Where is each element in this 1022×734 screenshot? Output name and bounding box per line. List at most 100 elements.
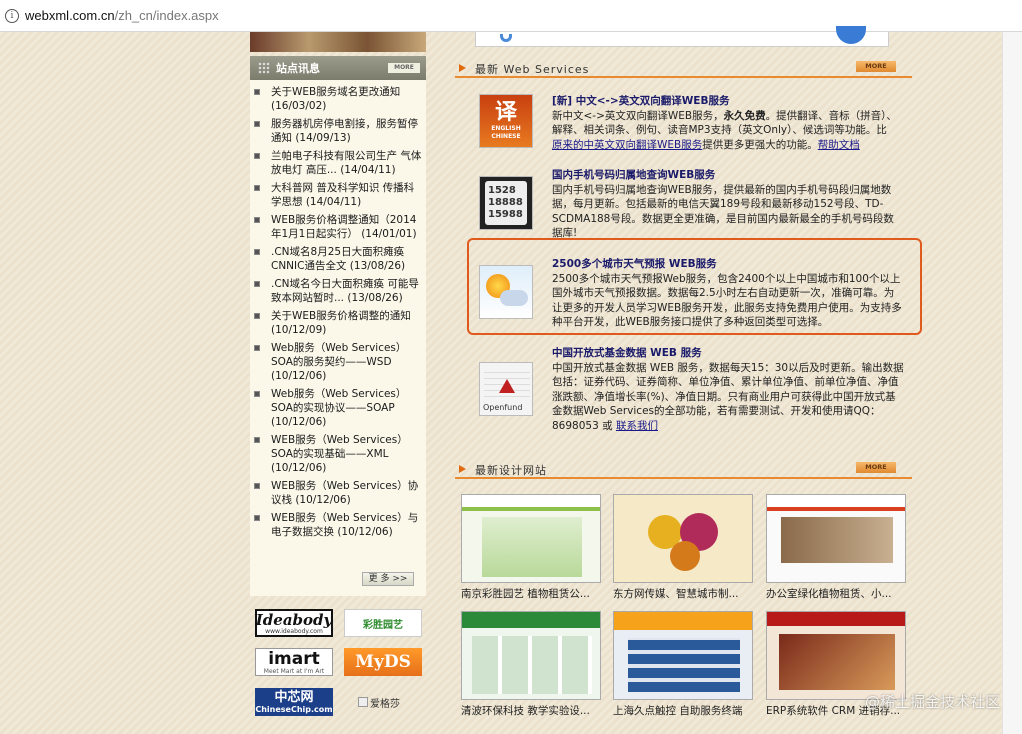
caisheng-text: 彩胜园艺 [363, 619, 403, 631]
site-card[interactable]: 上海久点触控 自助服务终端 [613, 611, 753, 718]
list-item: WEB服务（Web Services）与电子数据交换 (10/12/06) [254, 511, 424, 539]
services-more-link[interactable]: MORE [856, 61, 896, 72]
ideabody-sub: www.ideabody.com [265, 627, 323, 635]
partner-logo-ideabody[interactable]: Ideabody www.ideabody.com [255, 609, 333, 637]
news-link[interactable]: 兰帕电子科技有限公司生产 气体放电灯 高压... (14/04/11) [271, 149, 424, 177]
left-banner-image [250, 32, 426, 52]
site-card[interactable]: 南京彩胜园艺 植物租赁公... [461, 494, 601, 601]
news-link[interactable]: 关于WEB服务域名更改通知 (16/03/02) [271, 85, 424, 113]
service-item-fund: Openfund 中国开放式基金数据 WEB 服务 中国开放式基金数据 WEB … [460, 346, 912, 434]
site-caption[interactable]: 清波环保科技 教学实验设... [461, 703, 601, 718]
translate-thumb-en: ENGLISH [491, 125, 521, 132]
list-item: WEB服务价格调整通知（2014年1月1日起实行） (14/01/01) [254, 213, 424, 241]
service-desc: 新中文<->英文双向翻译WEB服务， [552, 109, 724, 122]
bullet-icon [254, 89, 260, 95]
imart-sub: Meet Mart at I'm Art [263, 667, 325, 675]
phone-screen: 1528 18888 15988 [485, 181, 527, 225]
news-link[interactable]: Web服务（Web Services）SOA的实现协议——SOAP (10/12… [271, 387, 424, 429]
mobile-thumbnail[interactable]: 1528 18888 15988 [479, 176, 533, 230]
site-caption[interactable]: 南京彩胜园艺 植物租赁公... [461, 586, 601, 601]
partner-logo-imart[interactable]: imart Meet Mart at I'm Art [255, 648, 333, 676]
myds-text: MyDS [355, 652, 411, 672]
search-go-button[interactable] [836, 26, 866, 44]
bullet-icon [254, 391, 260, 397]
site-card[interactable]: 清波环保科技 教学实验设... [461, 611, 601, 718]
site-screenshot[interactable] [766, 611, 906, 700]
news-link[interactable]: WEB服务价格调整通知（2014年1月1日起实行） (14/01/01) [271, 213, 424, 241]
bullet-icon [254, 153, 260, 159]
news-link[interactable]: .CN域名今日大面积瘫痪 可能导致本网站暂时... (13/08/26) [271, 277, 424, 305]
site-shot-block [482, 517, 582, 577]
translate-thumbnail[interactable]: 译 ENGLISH CHINESE [479, 94, 533, 148]
news-link[interactable]: 服务器机房停电割接，服务暂停通知 (14/09/13) [271, 117, 424, 145]
fund-thumb-label: Openfund [483, 403, 523, 412]
partner-logo-myds[interactable]: MyDS [344, 648, 422, 676]
list-item: .CN域名8月25日大面积瘫痪 CNNIC通告全文 (13/08/26) [254, 245, 424, 273]
news-link[interactable]: 大科普网 普及科学知识 传播科学思想 (14/04/11) [271, 181, 424, 209]
news-link[interactable]: Web服务（Web Services）SOA的服务契约——WSD (10/12/… [271, 341, 424, 383]
site-card[interactable]: 办公室绿化植物租赁、小... [766, 494, 906, 601]
arrow-right-icon [459, 465, 466, 473]
sites-more-link[interactable]: MORE [856, 462, 896, 473]
dots-icon [258, 62, 270, 74]
service-desc: 提供更多更强大的功能。 [702, 138, 818, 151]
service-desc: 国内手机号码归属地查询WEB服务，提供最新的国内手机号码段归属地数据，每月更新。… [552, 183, 894, 240]
list-item: Web服务（Web Services）SOA的服务契约——WSD (10/12/… [254, 341, 424, 383]
bullet-icon [254, 185, 260, 191]
site-screenshot[interactable] [461, 611, 601, 700]
site-screenshot[interactable] [766, 494, 906, 583]
sites-section-header: 最新设计网站 MORE [455, 459, 912, 479]
translate-thumb-char: 译 [494, 100, 517, 125]
chinesechip-cn: 中芯网 [274, 689, 314, 705]
partner-logo-aigesha[interactable]: 爱格莎 [358, 694, 428, 710]
aigesha-text: 爱格莎 [370, 698, 400, 710]
news-panel: 站点讯息 MORE 关于WEB服务域名更改通知 (16/03/02) 服务器机房… [250, 56, 426, 596]
chinesechip-en: ChineseChip.com [255, 704, 333, 714]
bullet-icon [254, 249, 260, 255]
news-link[interactable]: WEB服务（Web Services）与电子数据交换 (10/12/06) [271, 511, 424, 539]
browser-address-bar[interactable]: i webxml.com.cn/zh_cn/index.aspx [0, 0, 1022, 32]
service-desc: 中国开放式基金数据 WEB 服务，数据每天15：30以后及时更新。输出数据包括：… [552, 361, 904, 432]
service-title-link[interactable]: 国内手机号码归属地查询WEB服务 [552, 169, 715, 181]
site-screenshot[interactable] [613, 494, 753, 583]
service-title-link[interactable]: [新] 中文<->英文双向翻译WEB服务 [552, 95, 729, 107]
fund-thumbnail[interactable]: Openfund [479, 362, 533, 416]
site-caption[interactable]: 东方网传媒、智慧城市制... [613, 586, 753, 601]
news-link[interactable]: WEB服务（Web Services）SOA的实现基础——XML (10/12/… [271, 433, 424, 475]
news-link[interactable]: .CN域名8月25日大面积瘫痪 CNNIC通告全文 (13/08/26) [271, 245, 424, 273]
url-field[interactable]: webxml.com.cn/zh_cn/index.aspx [25, 8, 219, 23]
site-screenshot[interactable] [613, 611, 753, 700]
site-card[interactable]: 东方网传媒、智慧城市制... [613, 494, 753, 601]
list-item: 服务器机房停电割接，服务暂停通知 (14/09/13) [254, 117, 424, 145]
service-item-mobile: 1528 18888 15988 国内手机号码归属地查询WEB服务 国内手机号码… [460, 168, 912, 241]
bullet-icon [254, 281, 260, 287]
news-more-link[interactable]: MORE [388, 63, 420, 73]
partner-logo-caisheng[interactable]: 彩胜园艺 [344, 609, 422, 637]
bullet-icon [254, 345, 260, 351]
news-more-button[interactable]: 更 多 >> [362, 572, 414, 586]
service-desc-bold: 永久免费 [723, 109, 766, 122]
service-title-link[interactable]: 中国开放式基金数据 WEB 服务 [552, 347, 702, 359]
watermark: @稀土掘金技术社区 [864, 693, 1000, 711]
arrow-up-icon [499, 379, 515, 393]
broken-image-icon [358, 697, 368, 707]
help-doc-link[interactable]: 帮助文档 [818, 139, 860, 151]
arrow-right-icon [459, 64, 466, 72]
site-caption[interactable]: 办公室绿化植物租赁、小... [766, 586, 906, 601]
list-item: 关于WEB服务域名更改通知 (16/03/02) [254, 85, 424, 113]
vertical-scrollbar[interactable] [1002, 32, 1022, 734]
news-link[interactable]: 关于WEB服务价格调整的通知 (10/12/09) [271, 309, 424, 337]
site-screenshot[interactable] [461, 494, 601, 583]
news-link[interactable]: WEB服务（Web Services）协议栈 (10/12/06) [271, 479, 424, 507]
site-info-icon[interactable]: i [5, 8, 19, 23]
services-section-header: 最新 Web Services MORE [455, 58, 912, 78]
site-caption[interactable]: 上海久点触控 自助服务终端 [613, 703, 753, 718]
contact-us-link[interactable]: 联系我们 [616, 420, 658, 432]
site-shot-block [472, 636, 592, 694]
old-translate-link[interactable]: 原来的中英文双向翻译WEB服务 [552, 139, 702, 151]
bullet-icon [254, 313, 260, 319]
search-widget[interactable] [475, 26, 889, 47]
service-body: 国内手机号码归属地查询WEB服务 国内手机号码归属地查询WEB服务，提供最新的国… [552, 168, 904, 241]
services-section-title: 最新 Web Services [475, 63, 590, 76]
partner-logo-chinesechip[interactable]: 中芯网 ChineseChip.com [255, 688, 333, 716]
